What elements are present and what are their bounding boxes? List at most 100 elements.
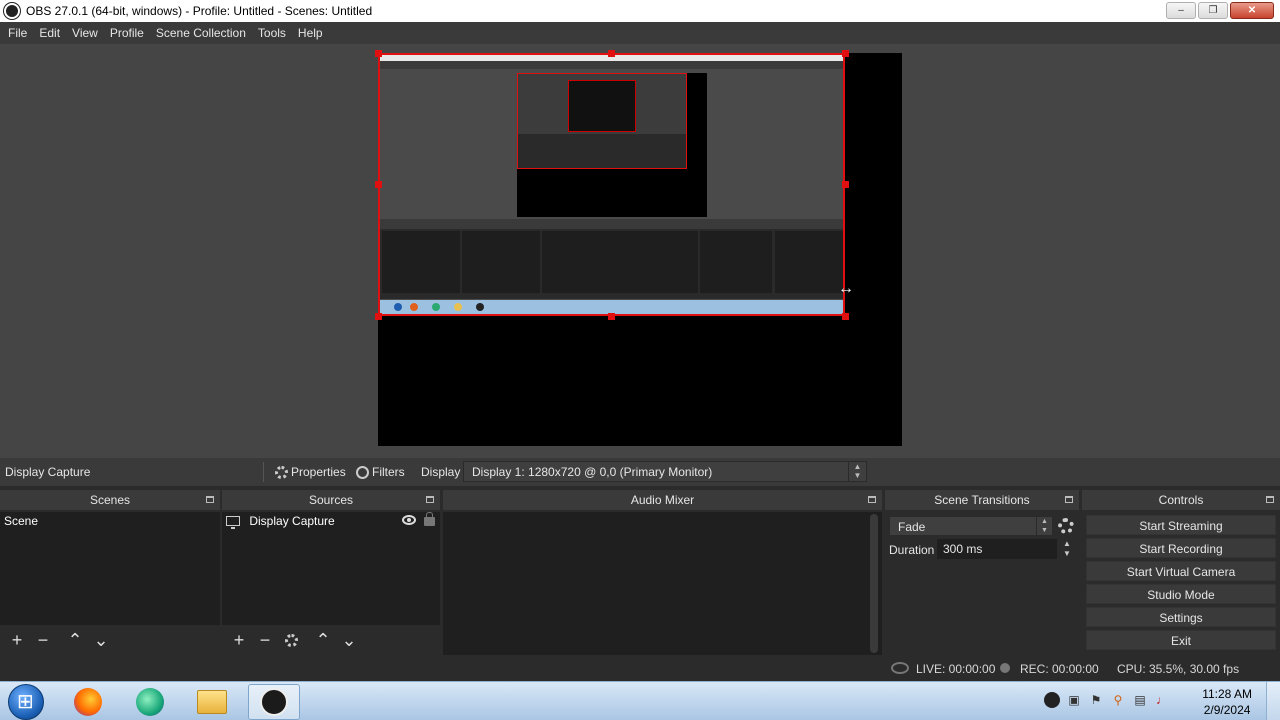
captured-nested-docks — [518, 134, 686, 168]
selected-source-name: Display Capture — [5, 465, 91, 479]
toolbar-divider — [263, 462, 264, 482]
sources-footer: + − ⌃ ⌄ — [222, 625, 440, 655]
windows-taskbar: ▣ ⚑ ⚲ ▤ ♩ 11:28 AM 2/9/2024 — [0, 681, 1280, 720]
move-source-up-button[interactable]: ⌃ — [310, 627, 336, 653]
display-icon[interactable]: ▤ — [1132, 692, 1148, 708]
start-virtual-camera-button[interactable]: Start Virtual Camera — [1086, 561, 1276, 581]
start-button-icon[interactable] — [8, 684, 44, 720]
resize-handle-bottom-left[interactable] — [375, 313, 382, 320]
captured-transitions-panel — [700, 231, 772, 293]
menu-scene-collection[interactable]: Scene Collection — [150, 26, 252, 40]
undock-icon[interactable] — [426, 496, 434, 503]
scene-item-label: Scene — [4, 514, 39, 528]
display-capture-source[interactable] — [378, 53, 845, 316]
menu-edit[interactable]: Edit — [33, 26, 66, 40]
resize-handle-top[interactable] — [608, 50, 615, 57]
maximize-button[interactable]: ❐ — [1198, 2, 1228, 19]
sources-title: Sources — [308, 493, 354, 507]
close-button[interactable]: ✕ — [1230, 2, 1274, 19]
scene-item[interactable]: Scene — [0, 512, 220, 530]
audio-mixer-body — [443, 512, 882, 655]
resize-handle-right[interactable] — [842, 181, 849, 188]
resize-handle-top-right[interactable] — [842, 50, 849, 57]
move-scene-down-button[interactable]: ⌄ — [88, 627, 114, 653]
transition-select[interactable]: Fade ▲ ▼ — [889, 516, 1053, 536]
captured-source-toolbar — [380, 219, 843, 229]
controls-dock-header: Controls — [1082, 490, 1280, 510]
chevron-updown-icon: ▲ ▼ — [1036, 517, 1052, 535]
resize-handle-bottom-right[interactable] — [842, 313, 849, 320]
captured-preview — [380, 69, 843, 219]
start-streaming-button[interactable]: Start Streaming — [1086, 515, 1276, 535]
filters-button[interactable]: Filters — [356, 465, 405, 479]
menu-help[interactable]: Help — [292, 26, 329, 40]
undock-icon[interactable] — [1065, 496, 1073, 503]
chevron-updown-icon: ▲ ▼ — [848, 462, 866, 481]
preview-area: ↔ — [0, 44, 1280, 458]
undock-icon[interactable] — [206, 496, 214, 503]
preview-canvas[interactable] — [375, 50, 902, 446]
obs-icon — [260, 688, 288, 716]
scenes-dock-header: Scenes — [0, 490, 220, 510]
studio-mode-button[interactable]: Studio Mode — [1086, 584, 1276, 604]
menu-file[interactable]: File — [2, 26, 33, 40]
taskbar-clock[interactable]: 11:28 AM 2/9/2024 — [1202, 686, 1252, 718]
add-source-button[interactable]: + — [226, 627, 252, 653]
menu-profile[interactable]: Profile — [104, 26, 150, 40]
captured-taskbar — [380, 300, 843, 314]
minimize-button[interactable]: – — [1166, 2, 1196, 19]
start-recording-button[interactable]: Start Recording — [1086, 538, 1276, 558]
record-dot-icon — [1000, 663, 1010, 673]
captured-menubar — [380, 61, 843, 69]
controls-title: Controls — [1158, 493, 1204, 507]
volume-muted-icon[interactable]: ♩ — [1154, 692, 1170, 708]
move-source-down-button[interactable]: ⌄ — [336, 627, 362, 653]
lock-icon[interactable] — [424, 512, 435, 526]
scenes-dock: Scenes Scene + − ⌃ ⌄ — [0, 490, 220, 655]
resize-handle-left[interactable] — [375, 181, 382, 188]
audio-mixer-scrollbar[interactable] — [870, 514, 878, 653]
search-icon[interactable]: ⚲ — [1110, 692, 1126, 708]
taskbar-app[interactable] — [124, 684, 176, 720]
flag-icon[interactable]: ⚑ — [1088, 692, 1104, 708]
window-controls: – ❐ ✕ — [1166, 2, 1274, 19]
clock-date: 2/9/2024 — [1203, 703, 1251, 717]
taskbar-firefox[interactable] — [62, 684, 114, 720]
undock-icon[interactable] — [1266, 496, 1274, 503]
duration-spinner[interactable]: ▲ ▼ — [1061, 539, 1073, 559]
transition-settings-gear-icon[interactable] — [1058, 518, 1074, 534]
captured-audio-panel — [542, 231, 698, 293]
transitions-title: Scene Transitions — [934, 493, 1030, 507]
sources-dock-header: Sources — [222, 490, 440, 510]
properties-button[interactable]: Properties — [275, 465, 346, 479]
move-scene-up-button[interactable]: ⌃ — [62, 627, 88, 653]
obs-tray-icon[interactable] — [1044, 692, 1060, 708]
add-scene-button[interactable]: + — [4, 627, 30, 653]
taskbar-obs[interactable] — [248, 684, 300, 720]
window-title: OBS 27.0.1 (64-bit, windows) - Profile: … — [26, 4, 373, 18]
remove-scene-button[interactable]: − — [30, 627, 56, 653]
scenes-list: Scene — [0, 512, 220, 625]
duration-input[interactable]: 300 ms — [937, 539, 1057, 559]
resize-handle-top-left[interactable] — [375, 50, 382, 57]
menu-tools[interactable]: Tools — [252, 26, 292, 40]
resize-handle-bottom[interactable] — [608, 313, 615, 320]
exit-button[interactable]: Exit — [1086, 630, 1276, 650]
menu-view[interactable]: View — [66, 26, 104, 40]
network-icon[interactable]: ▣ — [1066, 692, 1082, 708]
undock-icon[interactable] — [868, 496, 876, 503]
scenes-title: Scenes — [89, 493, 131, 507]
visibility-eye-icon[interactable] — [402, 515, 416, 525]
monitor-icon — [226, 516, 240, 529]
source-properties-button[interactable] — [278, 627, 304, 653]
source-item[interactable]: Display Capture — [222, 512, 440, 530]
transition-select-value: Fade — [898, 520, 926, 534]
sources-dock: Sources Display Capture + − ⌃ ⌄ — [222, 490, 440, 655]
remove-source-button[interactable]: − — [252, 627, 278, 653]
taskbar-explorer[interactable] — [186, 684, 238, 720]
show-desktop-button[interactable] — [1266, 682, 1280, 720]
captured-nested-preview — [568, 80, 636, 132]
display-select[interactable]: Display 1: 1280x720 @ 0,0 (Primary Monit… — [463, 461, 867, 482]
settings-button[interactable]: Settings — [1086, 607, 1276, 627]
gear-icon — [275, 465, 288, 479]
